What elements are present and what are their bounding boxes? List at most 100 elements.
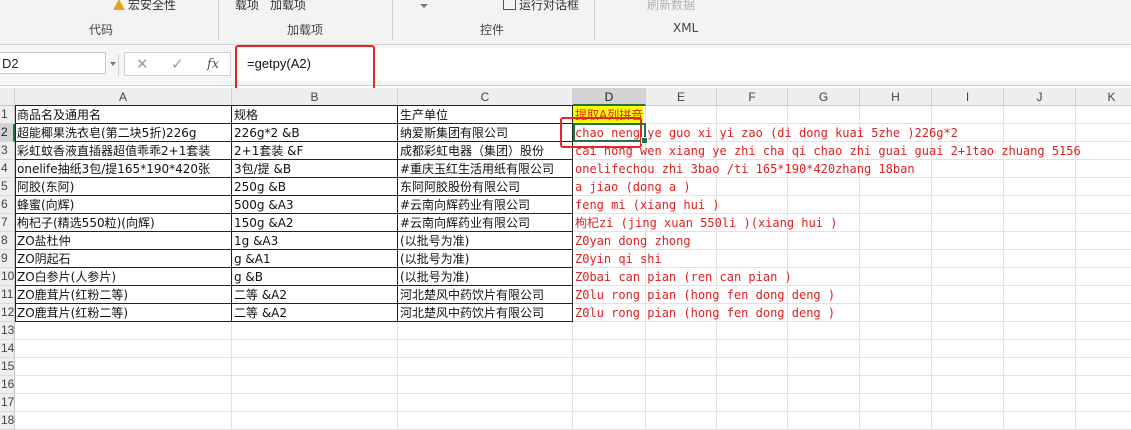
cell-d12[interactable]: Z0lu rong pian (hong fen dong deng ) [573,304,1131,322]
active-cell-d2[interactable] [573,123,646,142]
row-header-15[interactable]: 15 [0,358,15,376]
gridline [15,393,1131,394]
row-header-3[interactable]: 3 [0,142,15,160]
cell-b10[interactable]: g &B [232,268,398,286]
cell-d2[interactable]: chao neng ye guo xi yi zao (di dong kuai… [573,124,1131,142]
cell-a5[interactable]: 阿胶(东阿) [15,178,232,196]
row-header-16[interactable]: 16 [0,376,15,394]
com-addins-button[interactable]: 加载项 [270,0,306,13]
cell-b12[interactable]: 二等 &A2 [232,304,398,322]
column-header-i[interactable]: I [932,88,1004,106]
ribbon-group-controls: 控件 [480,23,505,37]
row-header-4[interactable]: 4 [0,160,15,178]
row-header-14[interactable]: 14 [0,340,15,358]
cell-b2[interactable]: 226g*2 &B [232,124,398,142]
cell-a7[interactable]: 枸杞子(精选550粒)(向辉) [15,214,232,232]
cell-c12[interactable]: 河北楚风中药饮片有限公司 [398,304,573,322]
column-header-c[interactable]: C [398,88,573,106]
formula-buttons: ✕ ✓ fx [124,52,231,76]
controls-dropdown-icon[interactable] [420,4,428,8]
cell-c5[interactable]: 东阿阿胶股份有限公司 [398,178,573,196]
column-header-d[interactable]: D [573,88,646,106]
column-header-b[interactable]: B [232,88,398,106]
warning-icon [113,0,125,10]
cell-d4[interactable]: onelifechou zhi 3bao /ti 165*190*420zhan… [573,160,1131,178]
refresh-data-button[interactable]: 刷新数据 [647,0,695,13]
cell-c2[interactable]: 纳爱斯集团有限公司 [398,124,573,142]
row-header-13[interactable]: 13 [0,322,15,340]
cell-d8[interactable]: Z0yan dong zhong [573,232,1131,250]
cell-a6[interactable]: 蜂蜜(向辉) [15,196,232,214]
ribbon-group-addins: 加载项 [287,23,324,37]
cell-a12[interactable]: ZO鹿茸片(红粉二等) [15,304,232,322]
cell-d5[interactable]: a jiao (dong a ) [573,178,1131,196]
ribbon-separator [392,0,393,40]
cell-a11[interactable]: ZO鹿茸片(红粉二等) [15,286,232,304]
cell-d6[interactable]: feng mi (xiang hui ) [573,196,1131,214]
row-header-18[interactable]: 18 [0,412,15,430]
name-box-dropdown-icon[interactable] [110,62,116,66]
row-header-10[interactable]: 10 [0,268,15,286]
cancel-icon[interactable]: ✕ [136,55,149,73]
cell-a1[interactable]: 商品名及通用名 [15,106,232,124]
cell-d3[interactable]: cai hong wen xiang ye zhi cha qi chao zh… [573,142,1131,160]
column-header-f[interactable]: F [717,88,788,106]
column-header-e[interactable]: E [646,88,717,106]
row-header-1[interactable]: 1 [0,106,15,124]
cell-c8[interactable]: (以批号为准) [398,232,573,250]
cell-b7[interactable]: 150g &A2 [232,214,398,232]
cell-b5[interactable]: 250g &B [232,178,398,196]
row-header-17[interactable]: 17 [0,394,15,412]
row-header-6[interactable]: 6 [0,196,15,214]
row-header-11[interactable]: 11 [0,286,15,304]
cell-b1[interactable]: 规格 [232,106,398,124]
ribbon-group-code: 代码 [89,23,114,37]
cell-d11[interactable]: Z0lu rong pian (hong fen dong deng ) [573,286,1131,304]
addins-button[interactable]: 载项 [235,0,259,13]
cell-c3[interactable]: 成都彩虹电器（集团）股份 [398,142,573,160]
cell-a3[interactable]: 彩虹蚊香液直插器超值乖乖2+1套装 [15,142,232,160]
cell-d9[interactable]: Z0yin qi shi [573,250,1131,268]
confirm-icon[interactable]: ✓ [171,55,184,73]
row-header-8[interactable]: 8 [0,232,15,250]
select-all-corner[interactable] [0,88,15,106]
cell-b6[interactable]: 500g &A3 [232,196,398,214]
gridline [15,411,1131,412]
row-header-7[interactable]: 7 [0,214,15,232]
column-header-j[interactable]: J [1004,88,1076,106]
cell-c11[interactable]: 河北楚风中药饮片有限公司 [398,286,573,304]
fill-handle[interactable] [641,137,648,144]
row-header-12[interactable]: 12 [0,304,15,322]
cell-d7[interactable]: 枸杞zi (jing xuan 550li )(xiang hui ) [573,214,1131,232]
cell-a4[interactable]: onelife抽纸3包/提165*190*420张 [15,160,232,178]
cell-a2[interactable]: 超能椰果洗衣皂(第二块5折)226g [15,124,232,142]
cell-a8[interactable]: ZO盐杜仲 [15,232,232,250]
cell-c9[interactable]: (以批号为准) [398,250,573,268]
cell-b8[interactable]: 1g &A3 [232,232,398,250]
column-header-k[interactable]: K [1076,88,1131,106]
cell-b4[interactable]: 3包/提 &B [232,160,398,178]
cell-b3[interactable]: 2+1套装 &F [232,142,398,160]
column-header-a[interactable]: A [15,88,232,106]
cell-c10[interactable]: (以批号为准) [398,268,573,286]
gridline [15,339,1131,340]
run-dialog-button[interactable]: 运行对话框 [503,0,579,13]
row-header-2[interactable]: 2 [0,124,15,142]
cell-a10[interactable]: ZO白参片(人参片) [15,268,232,286]
insert-function-icon[interactable]: fx [207,57,219,72]
row-header-5[interactable]: 5 [0,178,15,196]
row-header-9[interactable]: 9 [0,250,15,268]
macro-security-button[interactable]: 宏安全性 [113,0,176,13]
cell-d10[interactable]: Z0bai can pian (ren can pian ) [573,268,1131,286]
cell-c7[interactable]: #云南向辉药业有限公司 [398,214,573,232]
cell-b11[interactable]: 二等 &A2 [232,286,398,304]
cell-c1[interactable]: 生产单位 [398,106,573,124]
cell-c4[interactable]: #重庆玉红生活用纸有限公司 [398,160,573,178]
gridline [15,375,1131,376]
name-box[interactable]: D2 [0,52,106,74]
cell-c6[interactable]: #云南向辉药业有限公司 [398,196,573,214]
cell-a9[interactable]: ZO阴起石 [15,250,232,268]
cell-b9[interactable]: g &A1 [232,250,398,268]
column-header-g[interactable]: G [788,88,860,106]
column-header-h[interactable]: H [860,88,932,106]
